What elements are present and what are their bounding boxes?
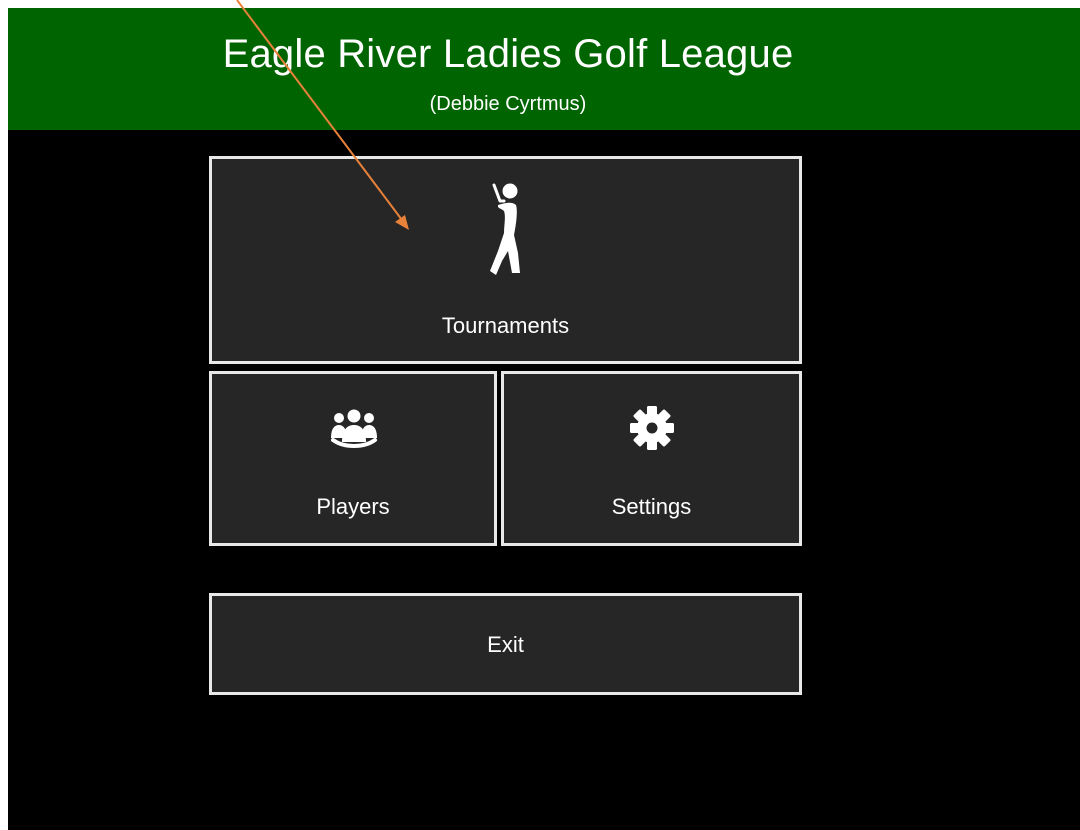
- tournaments-button[interactable]: Tournaments: [209, 156, 802, 364]
- players-label: Players: [316, 494, 390, 519]
- exit-label: Exit: [487, 632, 524, 657]
- settings-label: Settings: [611, 494, 692, 519]
- golfer-icon: [490, 183, 520, 275]
- gear-icon: [630, 406, 674, 450]
- app-window: Eagle River Ladies Golf League (Debbie C…: [8, 8, 1080, 830]
- app-title: Eagle River Ladies Golf League: [222, 32, 794, 76]
- settings-button[interactable]: Settings: [501, 371, 802, 546]
- app-header: Eagle River Ladies Golf League (Debbie C…: [8, 8, 1080, 130]
- app-subtitle: (Debbie Cyrtmus): [429, 93, 587, 115]
- players-button[interactable]: Players: [209, 371, 497, 546]
- group-icon: [331, 409, 377, 448]
- exit-button[interactable]: Exit: [209, 593, 802, 695]
- tournaments-label: Tournaments: [441, 313, 570, 338]
